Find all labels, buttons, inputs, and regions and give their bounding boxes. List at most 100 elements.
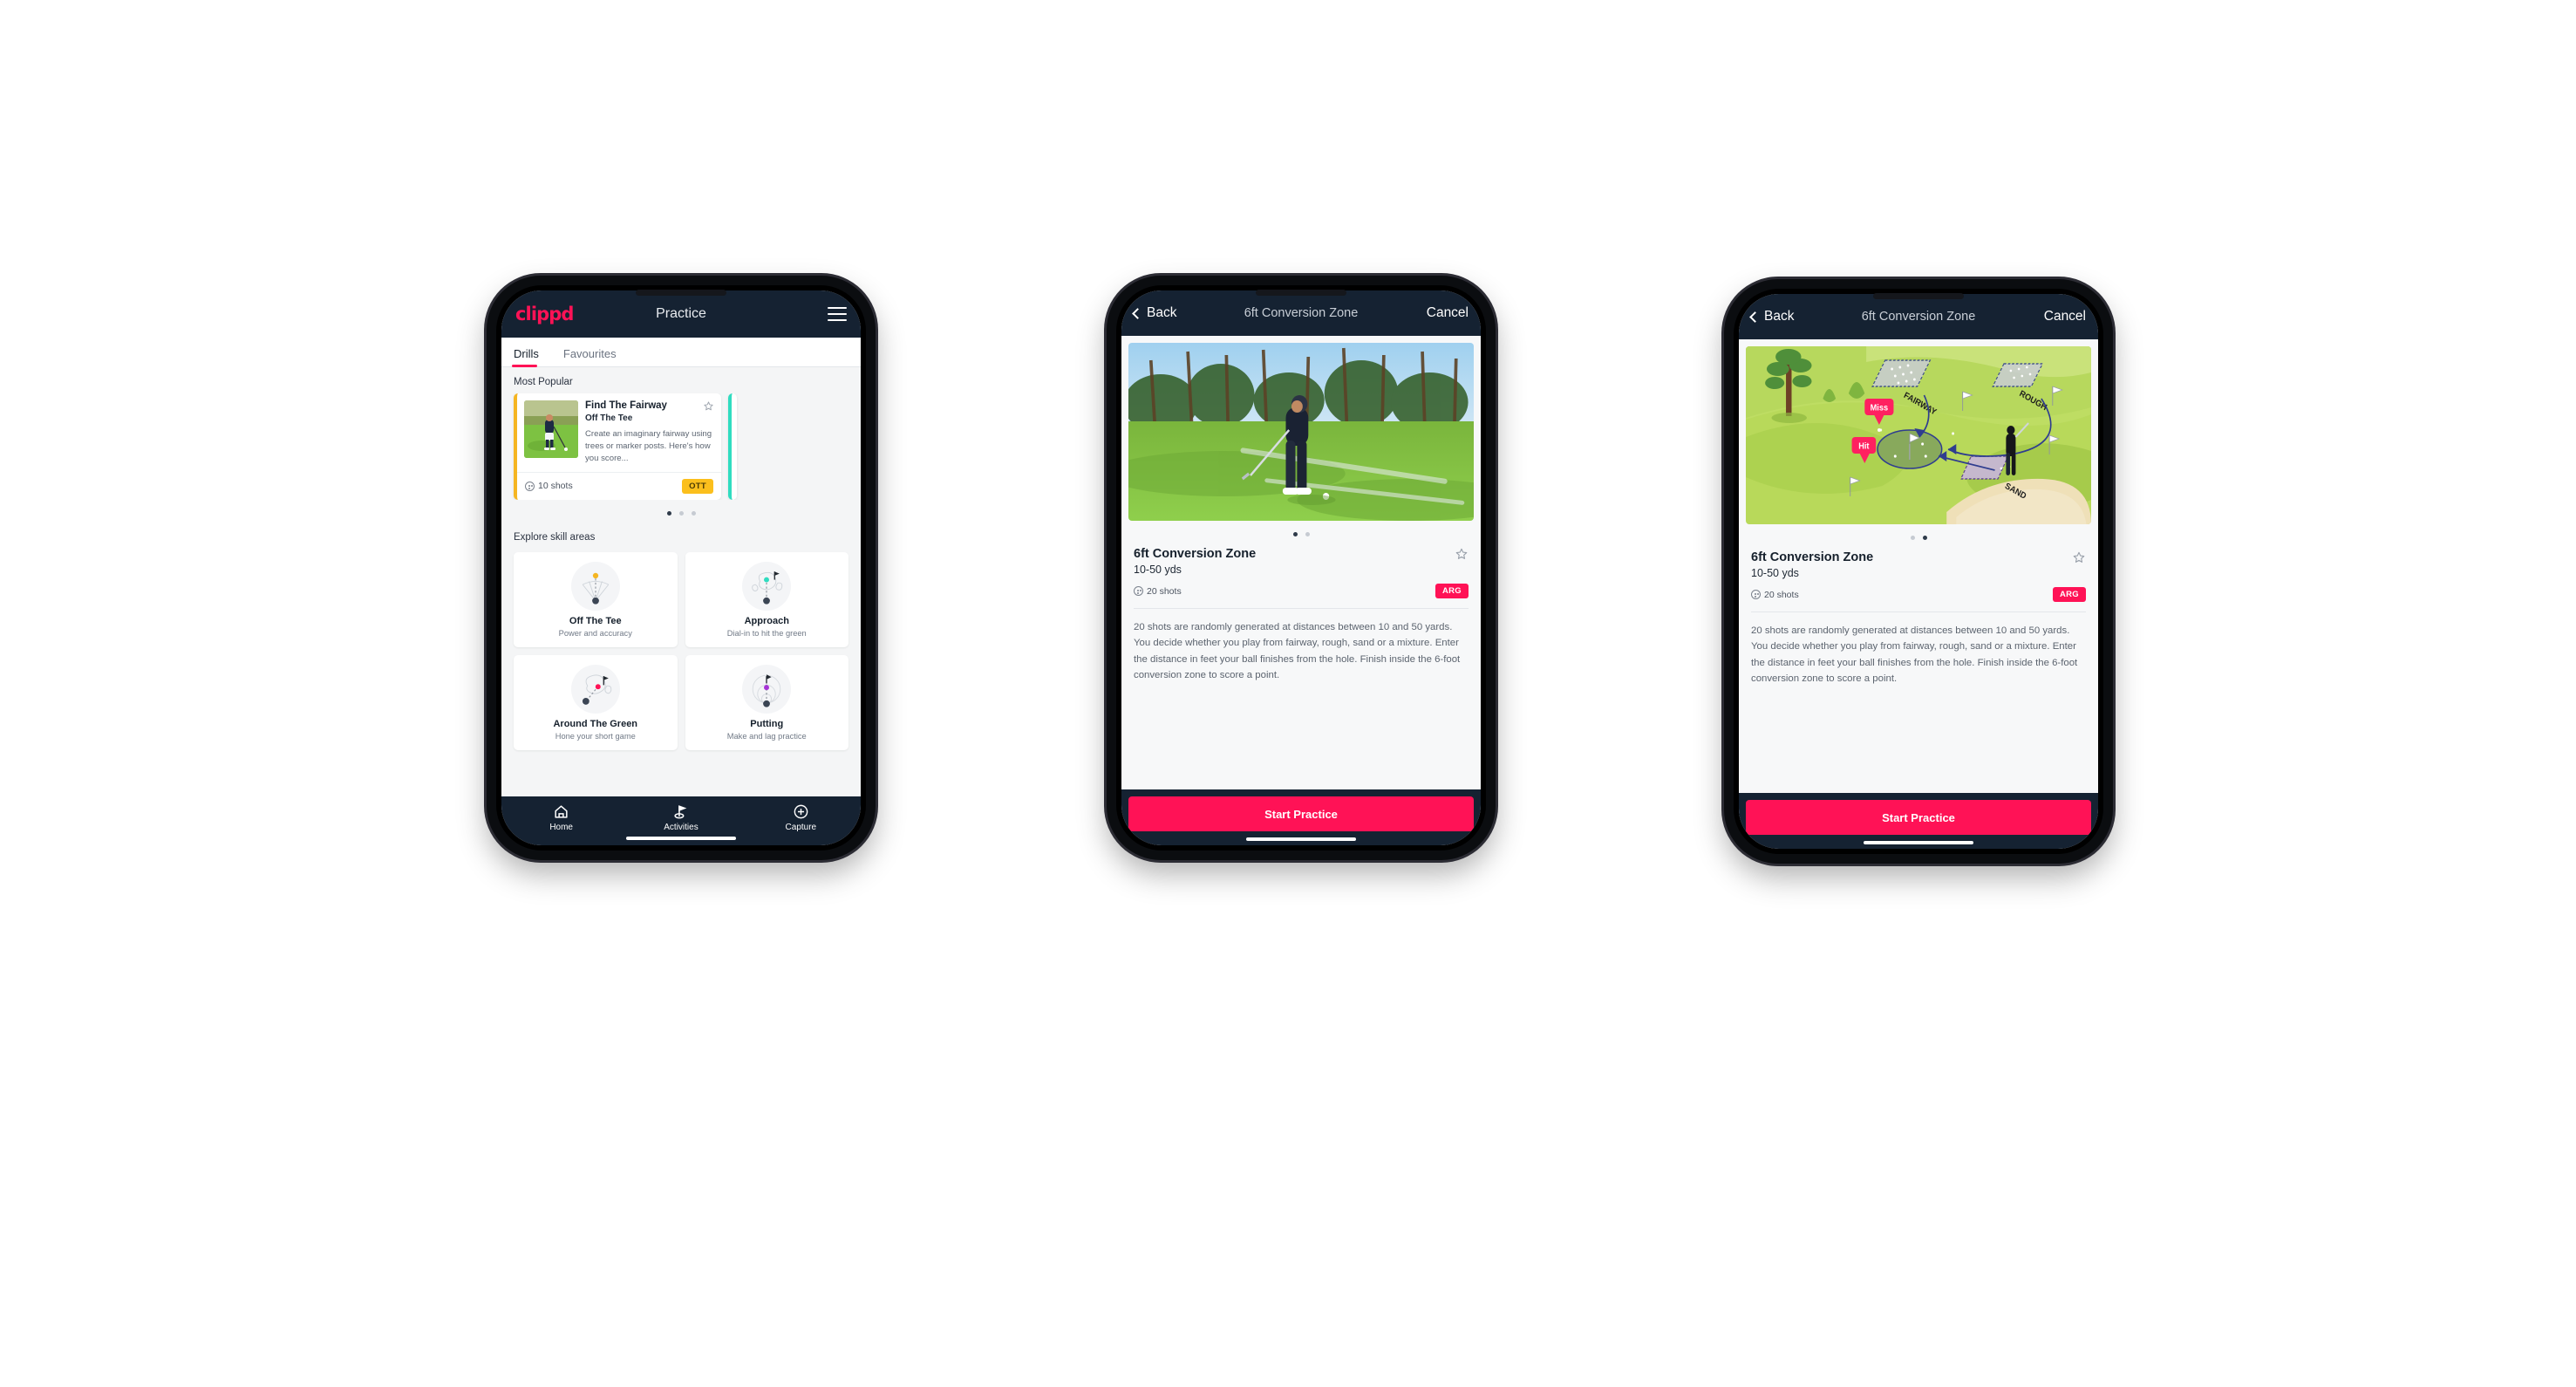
- star-outline-icon[interactable]: [1455, 547, 1469, 561]
- cancel-button[interactable]: Cancel: [1427, 305, 1469, 321]
- media-dots[interactable]: [1739, 524, 2098, 547]
- start-practice-button[interactable]: Start Practice: [1746, 800, 2091, 835]
- detail-title-row: 6ft Conversion Zone: [1751, 550, 2086, 564]
- drill-carousel[interactable]: Find The Fairway Off The Tee Create an i…: [501, 393, 861, 500]
- plus-circle-icon: [741, 803, 861, 820]
- tabbar-label: Home: [549, 823, 573, 832]
- phone-mockup-drill-detail-diagram: Back 6ft Conversion Zone Cancel FAIRWAY …: [1724, 279, 2113, 864]
- detail-description: 20 shots are randomly generated at dista…: [1134, 622, 1461, 681]
- detail-shots: 20 shots: [1751, 590, 1799, 600]
- skill-card-desc: Hone your short game: [555, 731, 636, 741]
- skill-card-desc: Power and accuracy: [558, 628, 632, 638]
- drill-shots-label: 10 shots: [538, 481, 573, 492]
- cta-footer: Start Practice: [1121, 789, 1481, 845]
- green-oval: [1877, 429, 1943, 469]
- golfer-chipping-photo-icon: [1128, 343, 1474, 521]
- hamburger-icon[interactable]: [828, 307, 847, 321]
- tabbar-item-home[interactable]: Home: [501, 803, 621, 832]
- detail-shots-label: 20 shots: [1764, 589, 1799, 600]
- carousel-dot-1[interactable]: [666, 510, 671, 516]
- tab-drills[interactable]: Drills: [512, 347, 548, 367]
- detail-badge-arg: ARG: [1435, 584, 1469, 598]
- back-button[interactable]: Back: [1132, 305, 1177, 321]
- back-label: Back: [1147, 305, 1177, 320]
- tee-fan-icon: [570, 561, 620, 611]
- drill-shots: 10 shots: [525, 481, 573, 491]
- course-diagram-illustration-icon: FAIRWAY ROUGH SAND Miss Hit: [1746, 346, 2091, 524]
- home-indicator: [626, 837, 736, 840]
- skill-card-around-the-green[interactable]: Around The Green Hone your short game: [514, 654, 678, 750]
- skill-card-off-the-tee[interactable]: Off The Tee Power and accuracy: [514, 551, 678, 647]
- skill-card-title: Around The Green: [553, 718, 638, 729]
- skill-card-title: Off The Tee: [569, 615, 622, 626]
- carousel-dots[interactable]: [501, 500, 861, 523]
- chip-icon: [570, 664, 620, 714]
- putt-rings-icon: [742, 664, 792, 714]
- app-header: clippd Practice: [501, 290, 861, 338]
- hit-label: Hit: [1858, 441, 1870, 451]
- drill-card[interactable]: Find The Fairway Off The Tee Create an i…: [514, 393, 721, 500]
- drill-card-footer: 10 shots OTT: [517, 471, 721, 500]
- skill-card-title: Putting: [750, 718, 784, 729]
- phone1-screen: clippd Practice Drills Favourites Most P…: [501, 290, 861, 845]
- star-outline-icon[interactable]: [2072, 550, 2086, 564]
- clippd-logo: clippd: [515, 304, 574, 325]
- phone-bezel: clippd Practice Drills Favourites Most P…: [496, 285, 866, 851]
- detail-meta-row: 20 shots ARG: [1134, 584, 1469, 598]
- phone-bezel: Back 6ft Conversion Zone Cancel: [1734, 289, 2103, 854]
- tabbar-item-activities[interactable]: Activities: [621, 803, 740, 832]
- chevron-left-icon: [1749, 311, 1761, 323]
- chevron-left-icon: [1132, 307, 1143, 319]
- skill-card-putting[interactable]: Putting Make and lag practice: [685, 654, 848, 750]
- detail-yardage: 10-50 yds: [1751, 567, 1799, 579]
- drill-thumbnail: [524, 400, 578, 458]
- phone-earpiece-notch: [1256, 290, 1346, 296]
- detail-meta-row: 20 shots ARG: [1751, 587, 2086, 602]
- tabbar-item-capture[interactable]: Capture: [741, 803, 861, 832]
- section-most-popular-title: Most Popular: [514, 377, 573, 387]
- bottom-tab-bar: Home Activities Capture: [501, 796, 861, 845]
- phone-bezel: Back 6ft Conversion Zone Cancel: [1116, 285, 1486, 851]
- green-target-icon: [742, 561, 792, 611]
- phone3-screen: Back 6ft Conversion Zone Cancel FAIRWAY …: [1739, 294, 2098, 849]
- skill-card-approach[interactable]: Approach Dial-in to hit the green: [685, 551, 848, 647]
- screenshot-stage: clippd Practice Drills Favourites Most P…: [0, 0, 2576, 1387]
- star-outline-icon[interactable]: [703, 400, 714, 412]
- tab-favourites[interactable]: Favourites: [562, 347, 625, 366]
- phone-earpiece-notch: [1873, 293, 1964, 299]
- carousel-dot-2[interactable]: [678, 510, 684, 516]
- course-diagram[interactable]: FAIRWAY ROUGH SAND Miss Hit: [1746, 346, 2091, 524]
- drill-description: Create an imaginary fairway using trees …: [585, 429, 712, 463]
- start-practice-button[interactable]: Start Practice: [1128, 796, 1474, 831]
- drill-subtitle: Off The Tee: [585, 413, 633, 423]
- media-dots[interactable]: [1121, 521, 1481, 543]
- skill-card-desc: Dial-in to hit the green: [726, 628, 807, 638]
- detail-yardage: 10-50 yds: [1134, 564, 1182, 576]
- miss-label: Miss: [1871, 403, 1888, 413]
- media-dot-2[interactable]: [1305, 532, 1310, 536]
- cancel-button[interactable]: Cancel: [2044, 309, 2086, 325]
- drill-card-next-peek[interactable]: [728, 393, 737, 500]
- golf-ball-icon: [1751, 590, 1761, 599]
- phone-earpiece-notch: [636, 290, 726, 296]
- detail-description: 20 shots are randomly generated at dista…: [1751, 625, 2078, 685]
- scroll-body: Most Popular Find The Fairway Off The Te…: [501, 367, 861, 796]
- skill-area-grid: Off The Tee Power and accuracy Approach …: [501, 549, 861, 761]
- carousel-dot-3[interactable]: [691, 510, 696, 516]
- drill-video-preview[interactable]: [1128, 343, 1474, 521]
- media-dot-2[interactable]: [1922, 536, 1927, 540]
- golf-ball-icon: [1134, 586, 1143, 596]
- detail-shots-label: 20 shots: [1147, 585, 1182, 597]
- golf-flag-icon: [621, 803, 740, 820]
- media-dot-1[interactable]: [1910, 536, 1915, 540]
- golf-ball-icon: [525, 481, 535, 491]
- phone-mockup-practice-list: clippd Practice Drills Favourites Most P…: [487, 276, 876, 860]
- back-button[interactable]: Back: [1749, 309, 1795, 325]
- media-dot-1[interactable]: [1292, 532, 1298, 536]
- detail-body: 6ft Conversion Zone 10-50 yds 20 shots A…: [1121, 336, 1481, 789]
- nav-header: Back 6ft Conversion Zone Cancel: [1739, 294, 2098, 339]
- drill-card-info: Find The Fairway Off The Tee Create an i…: [585, 400, 714, 465]
- tab-bar: Drills Favourites: [501, 338, 861, 367]
- detail-body: FAIRWAY ROUGH SAND Miss Hit 6ft Conversi…: [1739, 339, 2098, 793]
- back-label: Back: [1764, 309, 1795, 324]
